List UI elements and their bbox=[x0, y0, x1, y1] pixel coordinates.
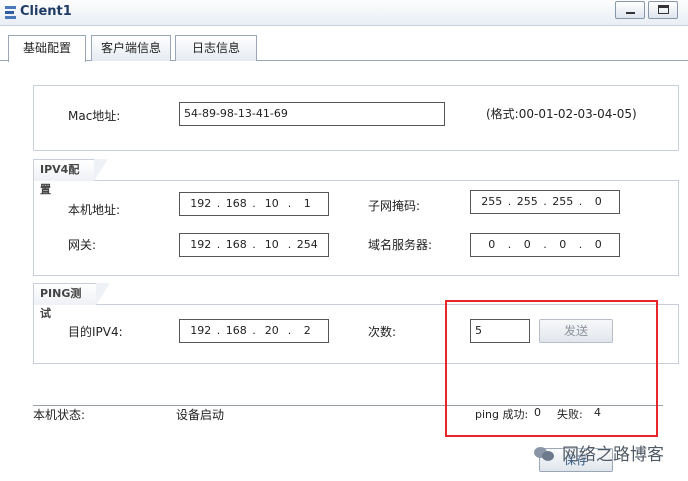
ip-octet: 20 bbox=[264, 324, 279, 337]
ip-octet: 0 bbox=[488, 238, 496, 251]
title-bar: Client1 bbox=[0, 0, 688, 26]
ip-octet: 0 bbox=[594, 195, 602, 208]
maximize-button[interactable] bbox=[648, 1, 678, 19]
ip-octet: 255 bbox=[516, 195, 538, 208]
minimize-icon bbox=[626, 12, 635, 14]
ip-octet: 254 bbox=[296, 238, 318, 251]
mac-address-field[interactable]: 54-89-98-13-41-69 bbox=[179, 102, 445, 126]
window-title: Client1 bbox=[20, 4, 72, 19]
status-label: 本机状态: bbox=[33, 408, 86, 422]
ip-octet: 2 bbox=[303, 324, 311, 337]
gateway-label: 网关: bbox=[68, 238, 97, 252]
ping-count-label: 次数: bbox=[368, 325, 397, 339]
ip-octet: 0 bbox=[523, 238, 531, 251]
app-icon bbox=[5, 6, 16, 19]
maximize-icon bbox=[658, 5, 669, 14]
dns-label: 域名服务器: bbox=[368, 238, 433, 252]
subnet-mask-field[interactable]: 255. 255. 255. 0 bbox=[470, 190, 620, 214]
ip-octet: 192 bbox=[190, 324, 212, 337]
target-ip-label: 目的IPV4: bbox=[68, 325, 123, 339]
ip-octet: 0 bbox=[594, 238, 602, 251]
ip-octet: 168 bbox=[225, 238, 247, 251]
ipv4-section-title: IPV4配置 bbox=[33, 159, 108, 196]
wechat-icon bbox=[534, 445, 556, 461]
ip-octet: 168 bbox=[225, 324, 247, 337]
subnet-mask-label: 子网掩码: bbox=[368, 199, 421, 213]
local-ip-field[interactable]: 192. 168. 10. 1 bbox=[179, 192, 329, 216]
ip-octet: 0 bbox=[559, 238, 567, 251]
target-ip-field[interactable]: 192. 168. 20. 2 bbox=[179, 319, 329, 343]
watermark: 网络之路博客 bbox=[534, 440, 664, 465]
status-value: 设备启动 bbox=[176, 408, 225, 422]
ip-octet: 10 bbox=[264, 197, 279, 210]
watermark-text: 网络之路博客 bbox=[562, 445, 664, 465]
ip-octet: 255 bbox=[552, 195, 574, 208]
tab-log-info[interactable]: 日志信息 bbox=[175, 35, 257, 61]
highlight-box bbox=[445, 300, 658, 437]
tab-bar: 基础配置 客户端信息 日志信息 bbox=[0, 35, 688, 62]
ip-octet: 1 bbox=[303, 197, 311, 210]
tab-basic-config[interactable]: 基础配置 bbox=[8, 35, 86, 62]
minimize-button[interactable] bbox=[615, 1, 645, 19]
ip-octet: 192 bbox=[190, 197, 212, 210]
ip-octet: 192 bbox=[190, 238, 212, 251]
ip-octet: 168 bbox=[225, 197, 247, 210]
ip-octet: 255 bbox=[481, 195, 503, 208]
tab-client-info[interactable]: 客户端信息 bbox=[91, 35, 171, 61]
local-ip-label: 本机地址: bbox=[68, 203, 121, 217]
mac-label: Mac地址: bbox=[68, 109, 121, 123]
ping-section-title: PING测试 bbox=[33, 283, 110, 320]
mac-format-hint: (格式:00-01-02-03-04-05) bbox=[486, 107, 637, 121]
ip-octet: 10 bbox=[264, 238, 279, 251]
dns-field[interactable]: 0. 0. 0. 0 bbox=[470, 233, 620, 257]
gateway-field[interactable]: 192. 168. 10. 254 bbox=[179, 233, 329, 257]
